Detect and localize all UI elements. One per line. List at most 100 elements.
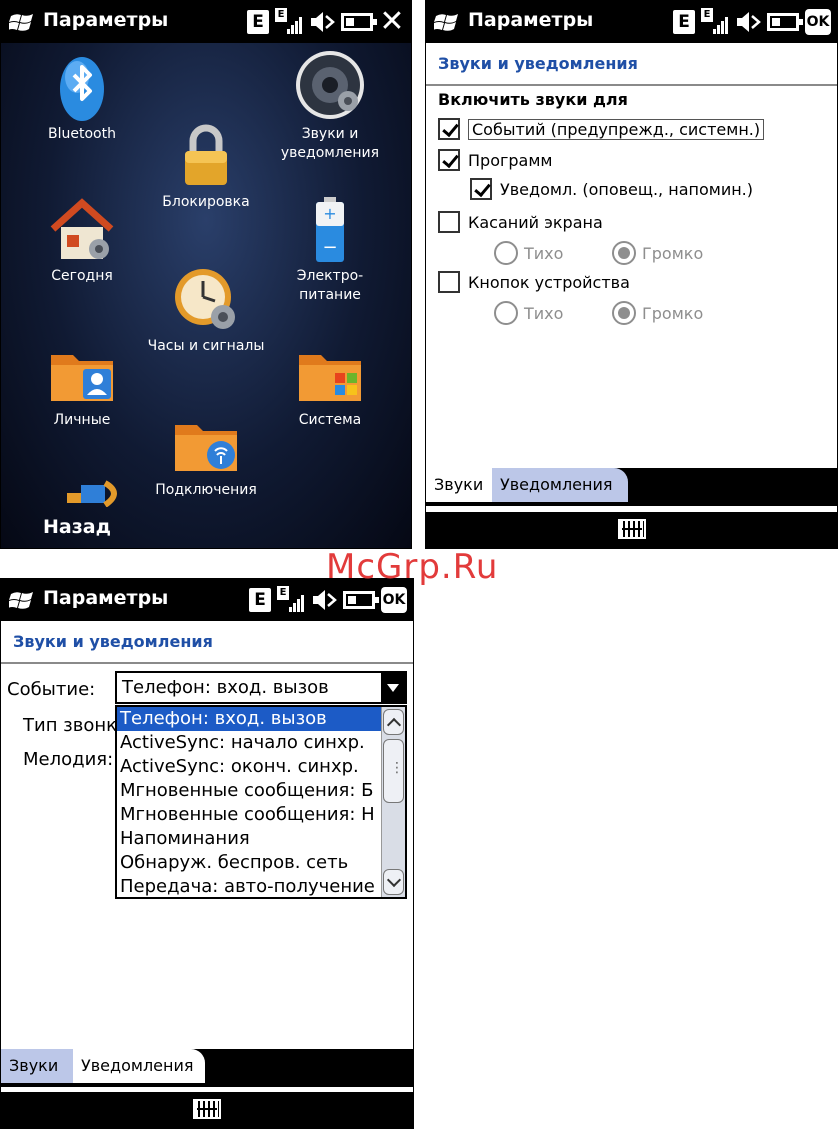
personal-item[interactable]: Личные — [17, 339, 147, 430]
list-item[interactable]: ActiveSync: начало синхр. — [117, 731, 381, 755]
status-bar: Параметры E E OK — [426, 1, 837, 43]
watermark: McGrp.Ru — [326, 547, 499, 587]
item-label: Часы и сигналы — [147, 338, 265, 354]
radio-loud[interactable] — [612, 241, 636, 265]
buttons-loud-radio[interactable]: Громко — [612, 301, 703, 325]
svg-text:+: + — [323, 204, 336, 223]
window-title: Параметры — [43, 9, 169, 31]
power-item[interactable]: + − Электро- питание — [265, 195, 395, 305]
list-item[interactable]: Обнаруж. беспров. сеть — [117, 851, 381, 875]
close-icon[interactable]: ✕ — [379, 7, 405, 37]
radio-quiet[interactable] — [494, 241, 518, 265]
today-item[interactable]: Сегодня — [17, 195, 147, 286]
windows-start-icon[interactable] — [9, 588, 35, 612]
list-scrollbar[interactable] — [381, 707, 405, 897]
notifications-checkbox-row[interactable]: Уведомл. (оповещ., напомин.) — [470, 178, 753, 200]
taps-loud-radio[interactable]: Громко — [612, 241, 703, 265]
screen-taps-checkbox[interactable] — [438, 211, 460, 233]
list-item[interactable]: Мгновенные сообщения: Б — [117, 779, 381, 803]
device-buttons-checkbox[interactable] — [438, 271, 460, 293]
programs-label: Программ — [468, 150, 553, 170]
list-item[interactable]: ActiveSync: оконч. синхр. — [117, 755, 381, 779]
window-title: Параметры — [43, 587, 169, 609]
sounds-screen: Параметры E E OK Звуки и уведомления Вкл… — [425, 0, 838, 549]
speaker-muted-icon[interactable] — [311, 586, 337, 614]
list-item[interactable]: Напоминания — [117, 827, 381, 851]
edge-network-icon: E — [249, 588, 271, 612]
ok-button[interactable]: OK — [805, 9, 831, 35]
signal-icon[interactable]: E — [277, 586, 305, 614]
clock-icon — [175, 269, 235, 329]
radio-loud[interactable] — [612, 301, 636, 325]
status-bar: Параметры E E ✕ — [1, 1, 411, 43]
item-label: Система — [298, 412, 362, 428]
battery-icon[interactable] — [341, 13, 377, 31]
battery-icon[interactable] — [343, 591, 379, 609]
sounds-item[interactable]: Звуки и уведомления — [265, 47, 395, 163]
tab-sounds[interactable]: Звуки — [426, 468, 492, 502]
enable-sounds-heading: Включить звуки для — [438, 90, 628, 109]
title-divider — [1, 662, 413, 664]
tab-notifications[interactable]: Уведомления — [73, 1049, 205, 1083]
back-softkey[interactable]: Назад — [43, 516, 111, 538]
battery-icon[interactable] — [767, 13, 803, 31]
bluetooth-item[interactable]: Bluetooth — [17, 53, 147, 144]
scroll-up-icon[interactable] — [383, 709, 404, 735]
screen-taps-checkbox-row[interactable]: Касаний экрана — [438, 211, 603, 233]
speaker-muted-icon[interactable] — [309, 8, 335, 36]
screen-taps-label: Касаний экрана — [468, 212, 603, 232]
list-item[interactable]: Телефон: вход. вызов — [117, 707, 381, 731]
event-select[interactable]: Телефон: вход. вызов — [115, 671, 407, 704]
keyboard-icon[interactable] — [617, 519, 646, 539]
soft-input-bar — [426, 512, 837, 548]
item-label: Личные — [53, 412, 111, 428]
system-item[interactable]: Система — [265, 339, 395, 430]
signal-icon[interactable]: E — [701, 8, 729, 36]
keyboard-icon[interactable] — [193, 1099, 221, 1119]
speaker-icon — [296, 51, 364, 119]
signal-icon[interactable]: E — [275, 8, 303, 36]
quiet-label: Тихо — [524, 303, 564, 323]
events-checkbox-row[interactable]: Событий (предупрежд., системн.) — [438, 118, 765, 140]
scroll-thumb[interactable] — [383, 739, 404, 803]
clock-item[interactable]: Часы и сигналы — [141, 265, 271, 356]
tab-notifications[interactable]: Уведомления — [492, 468, 628, 502]
loud-label: Громко — [642, 243, 704, 263]
scroll-down-icon[interactable] — [383, 869, 404, 895]
programs-checkbox[interactable] — [438, 149, 460, 171]
item-label: Блокировка — [162, 194, 250, 210]
speaker-muted-icon[interactable] — [735, 8, 761, 36]
event-label: Событие: — [7, 679, 96, 700]
item-label: Подключения — [155, 482, 257, 498]
notifications-checkbox[interactable] — [470, 178, 492, 200]
radio-quiet[interactable] — [494, 301, 518, 325]
device-buttons-checkbox-row[interactable]: Кнопок устройства — [438, 271, 630, 293]
event-select-value: Телефон: вход. вызов — [122, 677, 329, 698]
quiet-label: Тихо — [524, 243, 564, 263]
event-dropdown-list[interactable]: Телефон: вход. вызов ActiveSync: начало … — [115, 705, 407, 899]
events-label: Событий (предупрежд., системн.) — [468, 118, 765, 140]
windows-start-icon[interactable] — [9, 10, 35, 34]
buttons-quiet-radio[interactable]: Тихо — [494, 301, 563, 325]
connections-item[interactable]: Подключения — [141, 409, 271, 500]
notifications-screen: Параметры E E OK Звуки и уведомления Соб… — [0, 578, 414, 1129]
tab-sounds[interactable]: Звуки — [1, 1049, 73, 1083]
soft-input-bar — [1, 1092, 413, 1128]
edge-network-icon: E — [247, 10, 269, 34]
list-item[interactable]: Передача: авто-получение — [117, 875, 381, 897]
ok-button[interactable]: OK — [381, 587, 407, 613]
events-checkbox[interactable] — [438, 118, 460, 140]
lock-item[interactable]: Блокировка — [141, 121, 271, 212]
svg-text:−: − — [322, 237, 337, 258]
chevron-down-icon[interactable] — [381, 673, 405, 702]
item-label: Звуки и уведомления — [280, 126, 380, 161]
windows-start-icon[interactable] — [434, 10, 460, 34]
item-label: Электро- питание — [296, 268, 364, 303]
notifications-label: Уведомл. (оповещ., напомин.) — [500, 179, 753, 199]
list-item[interactable]: Мгновенные сообщения: Н — [117, 803, 381, 827]
home-icon — [50, 198, 114, 259]
window-title: Параметры — [468, 9, 594, 31]
programs-checkbox-row[interactable]: Программ — [438, 149, 552, 171]
bluetooth-icon — [60, 57, 104, 121]
taps-quiet-radio[interactable]: Тихо — [494, 241, 563, 265]
